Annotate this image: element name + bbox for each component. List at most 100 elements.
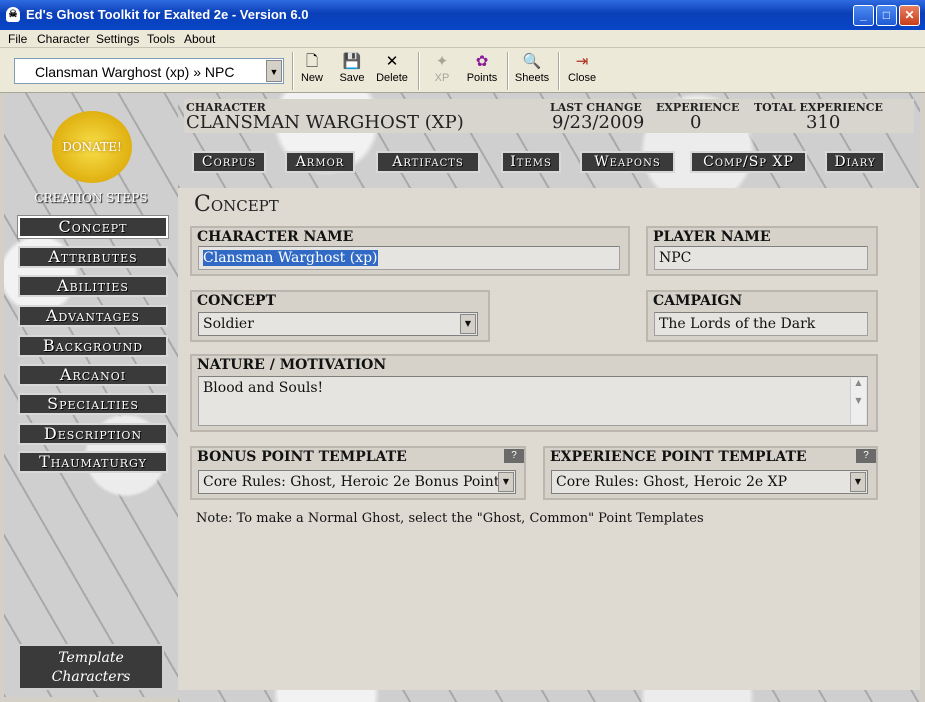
ghost-app-icon: ☠ bbox=[6, 7, 20, 22]
menu-file[interactable]: File bbox=[8, 32, 27, 46]
character-header: CHARACTER CLANSMAN WARGHOST (XP) LAST CH… bbox=[178, 93, 920, 188]
xp-template-label: EXPERIENCE POINT TEMPLATE bbox=[550, 449, 807, 465]
creation-steps-title: CREATION STEPS bbox=[34, 191, 148, 205]
step-attributes[interactable]: Attributes bbox=[18, 246, 168, 268]
donate-button[interactable]: DONATE! bbox=[52, 111, 132, 183]
close-button[interactable]: ⇥ Close bbox=[566, 52, 598, 90]
floppy-disk-icon: 💾 bbox=[342, 53, 362, 70]
new-button-label: New bbox=[300, 72, 323, 84]
campaign-label: CAMPAIGN bbox=[653, 293, 743, 309]
nav-diary[interactable]: Diary bbox=[825, 151, 885, 173]
nav-comp-sp-xp[interactable]: Comp/Sp XP bbox=[690, 151, 807, 173]
close-door-icon: ⇥ bbox=[575, 53, 589, 70]
save-button[interactable]: 💾 Save bbox=[336, 52, 368, 90]
sheets-button[interactable]: 🔍 Sheets bbox=[514, 52, 550, 90]
concept-label: CONCEPT bbox=[197, 293, 276, 309]
campaign-group: CAMPAIGN The Lords of the Dark bbox=[646, 290, 878, 342]
xp-template-value: Core Rules: Ghost, Heroic 2e XP bbox=[556, 474, 787, 490]
xp-button-label: XP bbox=[434, 72, 450, 84]
menu-about[interactable]: About bbox=[184, 32, 215, 46]
points-button[interactable]: ✿ Points bbox=[464, 52, 500, 90]
help-icon[interactable]: ? bbox=[856, 449, 876, 463]
toolbar-separator bbox=[558, 52, 560, 90]
sidebar: DONATE! CREATION STEPS Concept Attribute… bbox=[4, 93, 178, 697]
delete-button[interactable]: ✕ Delete bbox=[374, 52, 410, 90]
menu-settings[interactable]: Settings bbox=[96, 32, 139, 46]
new-document-icon: 🗋 bbox=[305, 53, 319, 70]
step-concept[interactable]: Concept bbox=[18, 216, 168, 238]
concept-select[interactable]: Soldier ▼ bbox=[198, 312, 478, 336]
toolbar-separator bbox=[418, 52, 420, 90]
concept-panel: Concept CHARACTER NAME Clansman Warghost… bbox=[178, 188, 920, 690]
step-thaumaturgy[interactable]: Thaumaturgy bbox=[18, 451, 168, 473]
toolbar-separator bbox=[507, 52, 509, 90]
header-info-panel: CHARACTER CLANSMAN WARGHOST (XP) LAST CH… bbox=[184, 99, 914, 133]
chevron-down-icon[interactable]: ▼ bbox=[460, 314, 476, 334]
player-name-field[interactable]: NPC bbox=[654, 246, 868, 270]
step-advantages[interactable]: Advantages bbox=[18, 305, 168, 327]
window-title: Ed's Ghost Toolkit for Exalted 2e - Vers… bbox=[26, 7, 309, 22]
xp-template-select[interactable]: Core Rules: Ghost, Heroic 2e XP ▼ bbox=[551, 470, 868, 494]
template-label-line2: Characters bbox=[51, 669, 131, 685]
bonus-template-value: Core Rules: Ghost, Heroic 2e Bonus Point… bbox=[203, 474, 507, 490]
help-icon[interactable]: ? bbox=[504, 449, 524, 463]
nav-items[interactable]: Items bbox=[501, 151, 561, 173]
chevron-down-icon[interactable]: ▼ bbox=[498, 472, 514, 492]
character-name-value: Clansman Warghost (xp) bbox=[203, 250, 378, 266]
maximize-button[interactable]: □ bbox=[876, 5, 897, 26]
total-experience-value: 310 bbox=[806, 112, 841, 133]
xp-button[interactable]: ✦ XP bbox=[430, 52, 454, 90]
points-icon: ✿ bbox=[475, 53, 489, 70]
nav-artifacts[interactable]: Artifacts bbox=[376, 151, 480, 173]
title-bar: ☠ Ed's Ghost Toolkit for Exalted 2e - Ve… bbox=[0, 0, 925, 30]
template-characters-button[interactable]: Template Characters bbox=[18, 644, 164, 690]
concept-group: CONCEPT Soldier ▼ bbox=[190, 290, 490, 342]
template-note: Note: To make a Normal Ghost, select the… bbox=[196, 511, 704, 526]
player-name-label: PLAYER NAME bbox=[653, 229, 771, 245]
sheets-icon: 🔍 bbox=[522, 53, 542, 70]
points-button-label: Points bbox=[466, 72, 498, 84]
chevron-down-icon[interactable]: ▼ bbox=[266, 60, 282, 82]
campaign-field[interactable]: The Lords of the Dark bbox=[654, 312, 868, 336]
nav-corpus[interactable]: Corpus bbox=[192, 151, 266, 173]
toolbar-separator bbox=[292, 52, 294, 90]
nav-armor[interactable]: Armor bbox=[285, 151, 355, 173]
template-label-line1: Template bbox=[58, 650, 124, 666]
close-button-label: Close bbox=[567, 72, 597, 84]
menu-character[interactable]: Character bbox=[37, 32, 90, 46]
nature-textarea[interactable]: Blood and Souls! ▲ ▼ bbox=[198, 376, 868, 426]
page-title: Concept bbox=[194, 192, 279, 217]
last-change-value: 9/23/2009 bbox=[552, 112, 645, 133]
toolbar: Clansman Warghost (xp) » NPC ▼ 🗋 New 💾 S… bbox=[0, 48, 925, 93]
step-specialties[interactable]: Specialties bbox=[18, 393, 168, 415]
new-button[interactable]: 🗋 New bbox=[298, 52, 326, 90]
chevron-down-icon[interactable]: ▼ bbox=[850, 472, 866, 492]
step-abilities[interactable]: Abilities bbox=[18, 275, 168, 297]
save-button-label: Save bbox=[339, 72, 365, 84]
character-name-field[interactable]: Clansman Warghost (xp) bbox=[198, 246, 620, 270]
delete-x-icon: ✕ bbox=[385, 53, 399, 70]
nature-value: Blood and Souls! bbox=[203, 380, 324, 396]
bonus-template-label: BONUS POINT TEMPLATE bbox=[197, 449, 407, 465]
nav-weapons[interactable]: Weapons bbox=[580, 151, 675, 173]
xp-template-group: EXPERIENCE POINT TEMPLATE ? Core Rules: … bbox=[543, 446, 878, 500]
delete-button-label: Delete bbox=[376, 72, 408, 84]
menu-tools[interactable]: Tools bbox=[147, 32, 175, 46]
nature-label: NATURE / MOTIVATION bbox=[197, 357, 387, 373]
step-description[interactable]: Description bbox=[18, 423, 168, 445]
character-name-label: CHARACTER NAME bbox=[197, 229, 354, 245]
bottom-border bbox=[178, 690, 920, 702]
bonus-template-select[interactable]: Core Rules: Ghost, Heroic 2e Bonus Point… bbox=[198, 470, 516, 494]
character-name-group: CHARACTER NAME Clansman Warghost (xp) bbox=[190, 226, 630, 276]
concept-value: Soldier bbox=[203, 316, 254, 332]
step-arcanoi[interactable]: Arcanoi bbox=[18, 364, 168, 386]
step-background[interactable]: Background bbox=[18, 335, 168, 357]
character-select-value: Clansman Warghost (xp) » NPC bbox=[35, 64, 235, 80]
minimize-button[interactable]: _ bbox=[853, 5, 874, 26]
character-select[interactable]: Clansman Warghost (xp) » NPC ▼ bbox=[14, 58, 284, 84]
character-value: CLANSMAN WARGHOST (XP) bbox=[186, 112, 464, 133]
close-window-button[interactable]: ✕ bbox=[899, 5, 920, 26]
menu-bar: File Character Settings Tools About bbox=[0, 30, 925, 48]
nature-scrollbar[interactable]: ▲ ▼ bbox=[850, 378, 866, 424]
bonus-template-group: BONUS POINT TEMPLATE ? Core Rules: Ghost… bbox=[190, 446, 526, 500]
